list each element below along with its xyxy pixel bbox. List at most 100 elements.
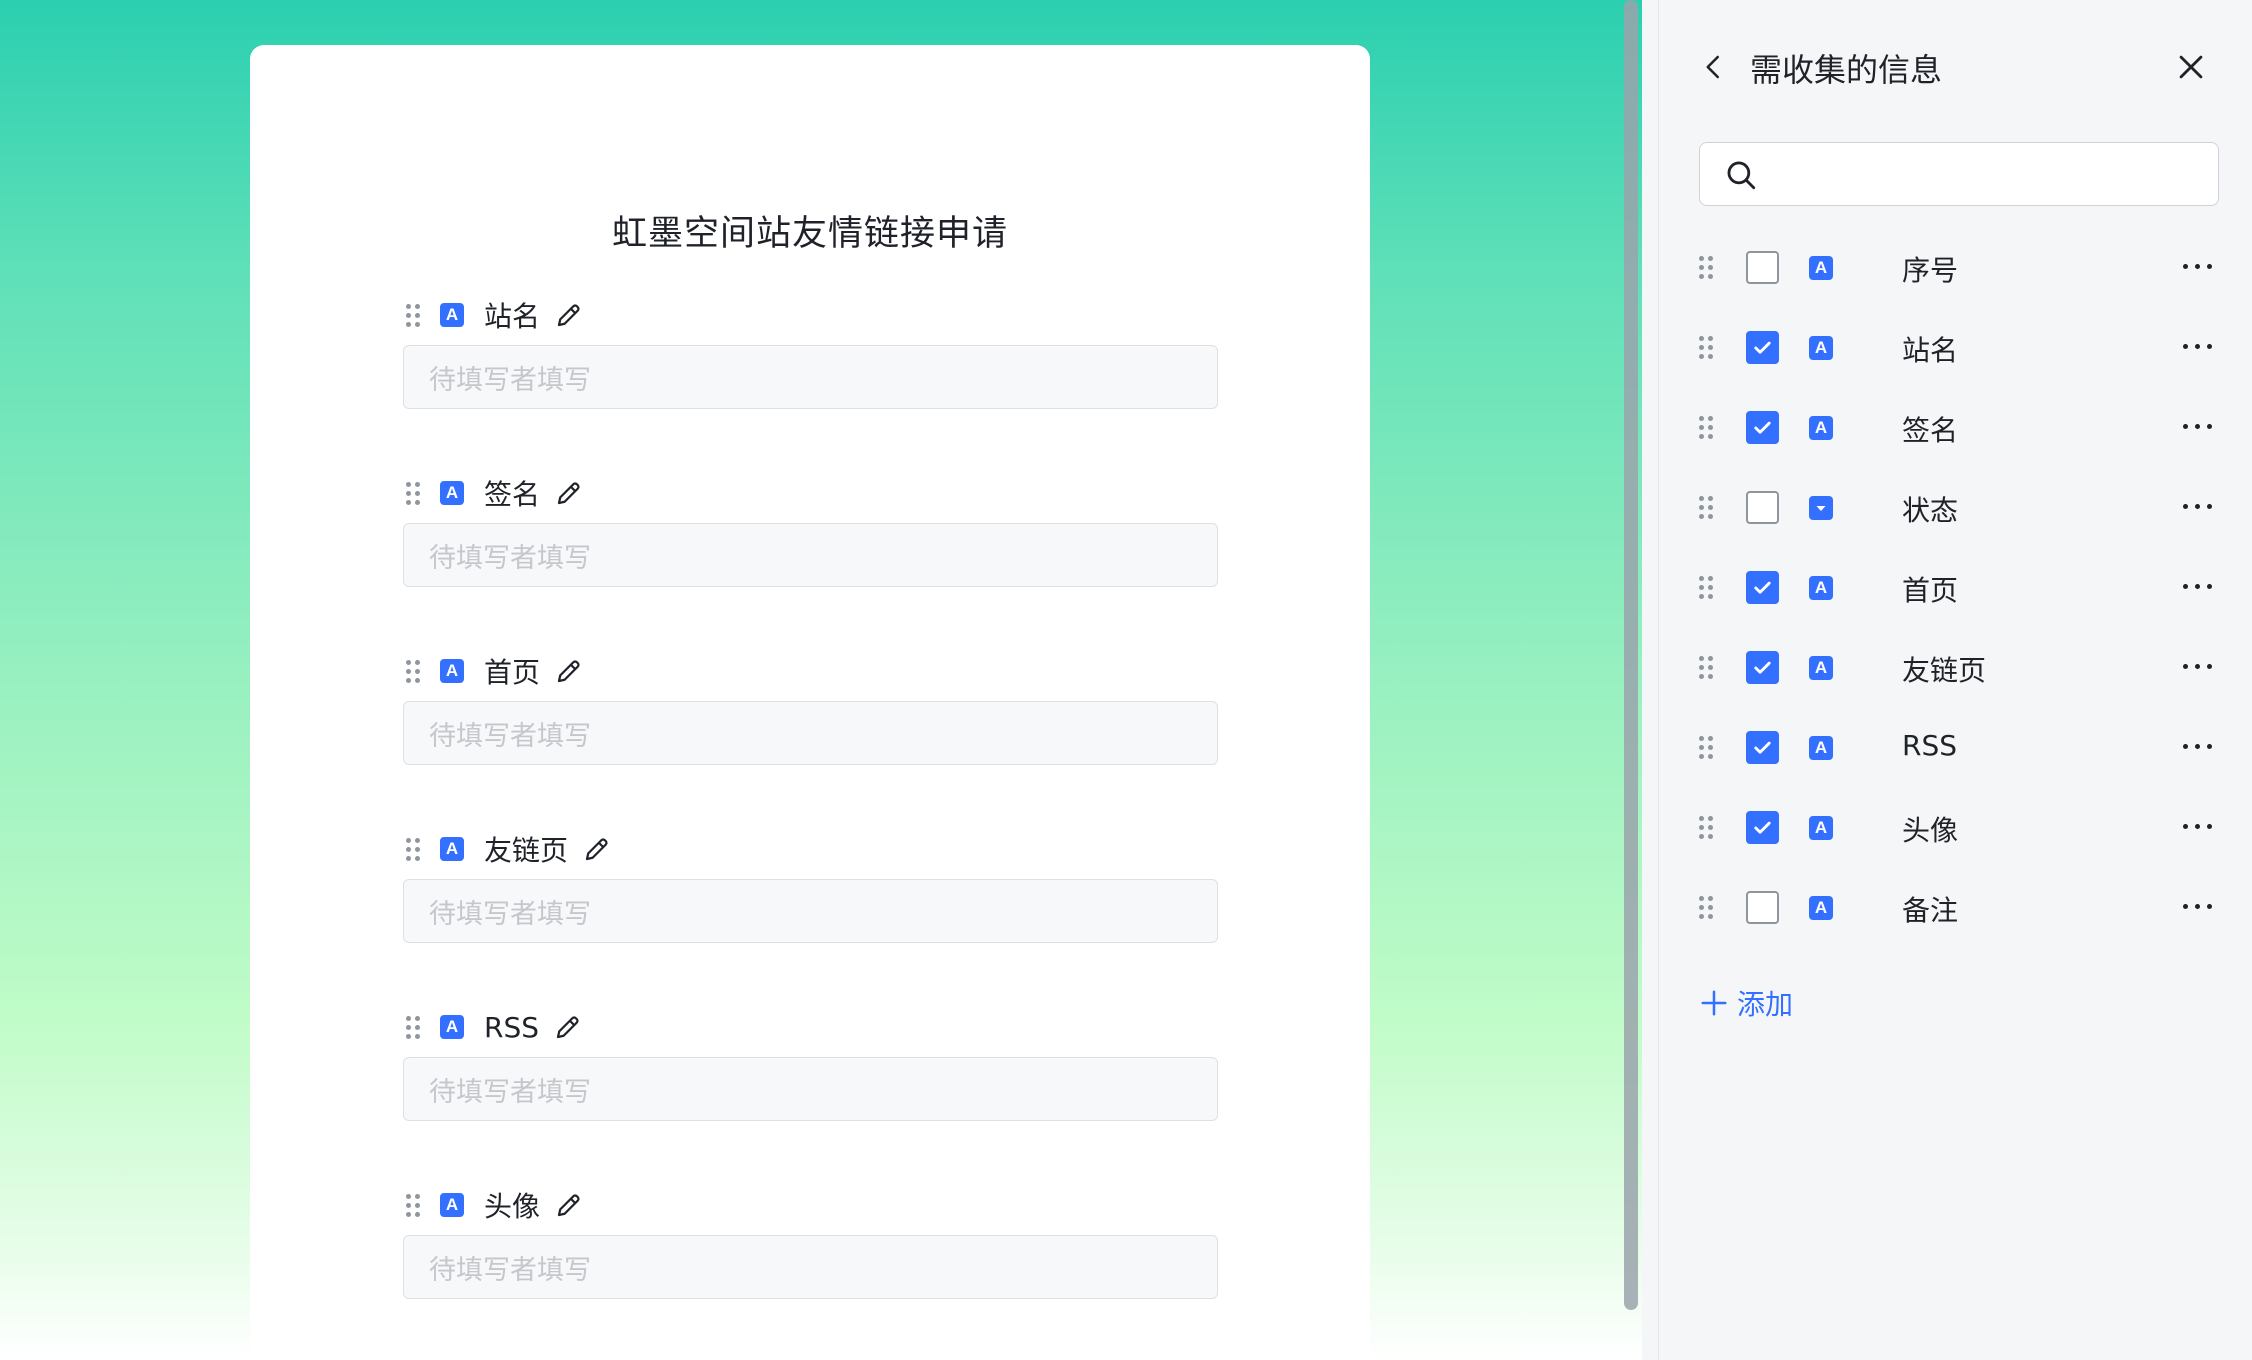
field-input[interactable]: 待填写者填写 — [403, 701, 1218, 765]
panel-header: 需收集的信息 — [1659, 40, 2252, 96]
edit-pencil-icon[interactable] — [553, 1012, 583, 1042]
checkmark-icon — [1754, 661, 1771, 674]
field-list-item-label: 序号 — [1902, 254, 1959, 287]
checkmark-icon — [1754, 821, 1771, 834]
field-input[interactable]: 待填写者填写 — [403, 1057, 1218, 1121]
text-type-icon: A — [440, 1193, 464, 1217]
field-checkbox[interactable] — [1746, 651, 1779, 684]
field-list-item-label: 站名 — [1902, 334, 1959, 367]
close-icon[interactable] — [2174, 50, 2208, 84]
text-type-icon: A — [440, 303, 464, 327]
text-type-icon: A — [440, 837, 464, 861]
text-type-icon: A — [1809, 736, 1833, 760]
more-options-icon[interactable] — [2183, 664, 2212, 669]
checkmark-icon — [1754, 581, 1771, 594]
drag-handle-icon[interactable] — [1699, 735, 1713, 759]
more-options-icon[interactable] — [2183, 264, 2212, 269]
drag-handle-icon[interactable] — [406, 1193, 420, 1217]
more-options-icon[interactable] — [2183, 344, 2212, 349]
field-checkbox[interactable] — [1746, 331, 1779, 364]
checkmark-icon — [1754, 341, 1771, 354]
field-checkbox[interactable] — [1746, 251, 1779, 284]
field-label: 头像 — [484, 1190, 541, 1223]
field-list-item[interactable]: A 头像 — [1699, 797, 2219, 857]
edit-pencil-icon[interactable] — [554, 478, 584, 508]
form-card: 虹墨空间站友情链接申请 A 站名 待填写者填写 A 签名 待填写者填写 A 首页… — [250, 45, 1370, 1360]
edit-pencil-icon[interactable] — [554, 300, 584, 330]
back-arrow-icon[interactable] — [1699, 50, 1729, 84]
drag-handle-icon[interactable] — [1699, 415, 1713, 439]
more-options-icon[interactable] — [2183, 904, 2212, 909]
field-checkbox[interactable] — [1746, 491, 1779, 524]
field-list-item[interactable]: A RSS — [1699, 717, 2219, 777]
form-preview-area: 虹墨空间站友情链接申请 A 站名 待填写者填写 A 签名 待填写者填写 A 首页… — [0, 0, 1642, 1360]
drag-handle-icon[interactable] — [406, 659, 420, 683]
search-icon — [1727, 161, 1756, 190]
field-input[interactable]: 待填写者填写 — [403, 345, 1218, 409]
field-checkbox[interactable] — [1746, 731, 1779, 764]
panel-title: 需收集的信息 — [1750, 51, 1943, 89]
field-input[interactable]: 待填写者填写 — [403, 523, 1218, 587]
text-type-icon: A — [1809, 416, 1833, 440]
field-checkbox[interactable] — [1746, 411, 1779, 444]
more-options-icon[interactable] — [2183, 424, 2212, 429]
text-type-icon: A — [1809, 656, 1833, 680]
scrollbar[interactable] — [1624, 0, 1638, 1310]
drag-handle-icon[interactable] — [406, 303, 420, 327]
field-checkbox[interactable] — [1746, 811, 1779, 844]
text-type-icon: A — [1809, 336, 1833, 360]
field-list-item-label: 友链页 — [1902, 654, 1987, 687]
field-list-item[interactable]: 状态 — [1699, 477, 2219, 537]
form-field-signature: A 签名 待填写者填写 — [403, 476, 1218, 596]
form-field-link-page: A 友链页 待填写者填写 — [403, 832, 1218, 952]
field-list-item[interactable]: A 序号 — [1699, 237, 2219, 297]
drag-handle-icon[interactable] — [1699, 575, 1713, 599]
drag-handle-icon[interactable] — [406, 837, 420, 861]
drag-handle-icon[interactable] — [1699, 335, 1713, 359]
drag-handle-icon[interactable] — [406, 1015, 420, 1039]
select-type-icon — [1809, 496, 1833, 520]
edit-pencil-icon[interactable] — [582, 834, 612, 864]
field-list-item-label: 签名 — [1902, 414, 1959, 447]
field-list-item[interactable]: A 友链页 — [1699, 637, 2219, 697]
drag-handle-icon[interactable] — [1699, 655, 1713, 679]
form-field-homepage: A 首页 待填写者填写 — [403, 654, 1218, 774]
form-field-rss: A RSS 待填写者填写 — [403, 1010, 1218, 1130]
search-input[interactable] — [1699, 142, 2219, 206]
edit-pencil-icon[interactable] — [554, 656, 584, 686]
field-input[interactable]: 待填写者填写 — [403, 1235, 1218, 1299]
drag-handle-icon[interactable] — [406, 481, 420, 505]
more-options-icon[interactable] — [2183, 504, 2212, 509]
field-checkbox[interactable] — [1746, 571, 1779, 604]
text-type-icon: A — [1809, 256, 1833, 280]
text-type-icon: A — [1809, 816, 1833, 840]
field-label: 站名 — [484, 300, 541, 333]
field-input[interactable]: 待填写者填写 — [403, 879, 1218, 943]
field-list-item[interactable]: A 首页 — [1699, 557, 2219, 617]
edit-pencil-icon[interactable] — [554, 1190, 584, 1220]
field-list-item-label: 首页 — [1902, 574, 1959, 607]
field-checkbox[interactable] — [1746, 891, 1779, 924]
more-options-icon[interactable] — [2183, 744, 2212, 749]
field-list-item-label: 头像 — [1902, 814, 1959, 847]
field-list-item[interactable]: A 备注 — [1699, 877, 2219, 937]
drag-handle-icon[interactable] — [1699, 255, 1713, 279]
field-list-item-label: RSS — [1902, 729, 1958, 762]
add-field-button[interactable]: 添加 — [1699, 983, 1793, 1023]
more-options-icon[interactable] — [2183, 584, 2212, 589]
field-label: RSS — [484, 1010, 540, 1044]
field-list-item[interactable]: A 签名 — [1699, 397, 2219, 457]
collect-info-panel: 需收集的信息 A 序号 A 站名 A 签名 状态 A 首页 A 友链页 A RSS A 头像 A 备注 添加 — [1658, 0, 2252, 1360]
drag-handle-icon[interactable] — [1699, 895, 1713, 919]
drag-handle-icon[interactable] — [1699, 815, 1713, 839]
more-options-icon[interactable] — [2183, 824, 2212, 829]
text-type-icon: A — [440, 1015, 464, 1039]
field-label: 首页 — [484, 656, 541, 689]
drag-handle-icon[interactable] — [1699, 495, 1713, 519]
checkmark-icon — [1754, 741, 1771, 754]
text-type-icon: A — [440, 481, 464, 505]
form-title: 虹墨空间站友情链接申请 — [611, 214, 1008, 254]
text-type-icon: A — [1809, 896, 1833, 920]
field-list-item[interactable]: A 站名 — [1699, 317, 2219, 377]
field-label: 签名 — [484, 478, 541, 511]
